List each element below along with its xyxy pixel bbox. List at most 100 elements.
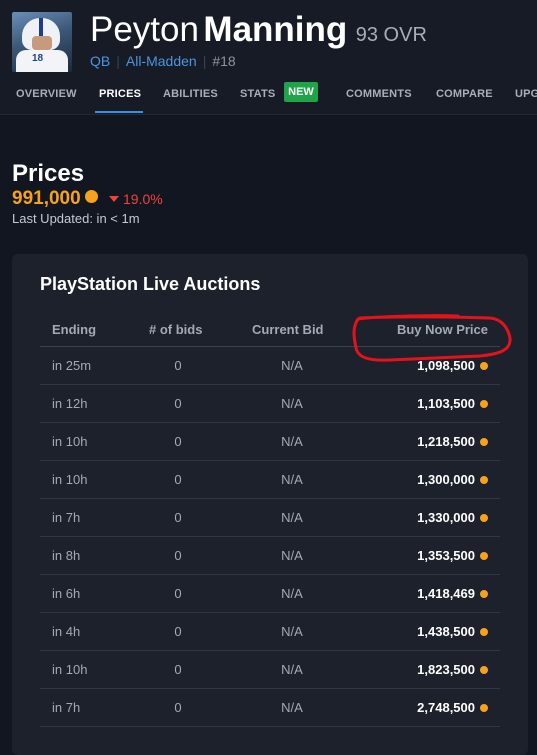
coin-icon bbox=[480, 627, 488, 636]
jersey-number: #18 bbox=[212, 53, 236, 69]
card-title: PlayStation Live Auctions bbox=[40, 274, 261, 294]
coin-icon bbox=[480, 665, 488, 674]
player-avatar: 18 bbox=[12, 12, 72, 72]
cell-current-bid: N/A bbox=[281, 510, 303, 525]
table-row[interactable]: in 7h 0 N/A 2,748,500 bbox=[40, 689, 500, 727]
cell-ending: in 8h bbox=[52, 548, 81, 563]
cell-bids: 0 bbox=[174, 472, 182, 487]
price-change-value: 19.0% bbox=[123, 191, 163, 207]
buy-now-value: 1,218,500 bbox=[417, 434, 475, 449]
cell-buy-now: 1,300,000 bbox=[417, 472, 488, 487]
cell-bids: 0 bbox=[174, 700, 182, 715]
cell-bids: 0 bbox=[174, 624, 182, 639]
meta-divider: | bbox=[202, 53, 207, 69]
tab-stats[interactable]: STATS bbox=[240, 88, 275, 100]
player-ovr: 93 OVR bbox=[355, 24, 427, 46]
player-meta: QB | All-Madden | #18 bbox=[90, 53, 236, 69]
coin-icon bbox=[480, 475, 488, 484]
player-name: Peyton Manning 93 OVR bbox=[90, 10, 427, 50]
current-price-value: 991,000 bbox=[12, 188, 81, 209]
live-auctions-card: PlayStation Live Auctions Ending # of bi… bbox=[12, 254, 528, 755]
column-header-current-bid: Current Bid bbox=[252, 322, 324, 337]
cell-buy-now: 1,330,000 bbox=[417, 510, 488, 525]
player-last-name: Manning bbox=[203, 10, 348, 49]
cell-current-bid: N/A bbox=[281, 624, 303, 639]
cell-bids: 0 bbox=[174, 434, 182, 449]
last-updated: Last Updated: in < 1m bbox=[12, 211, 140, 226]
table-row[interactable]: in 10h 0 N/A 1,218,500 bbox=[40, 423, 500, 461]
buy-now-value: 1,823,500 bbox=[417, 662, 475, 677]
cell-buy-now: 1,438,500 bbox=[417, 624, 488, 639]
cell-buy-now: 1,418,469 bbox=[417, 586, 488, 601]
table-row[interactable]: in 12h 0 N/A 1,103,500 bbox=[40, 385, 500, 423]
tab-abilities[interactable]: ABILITIES bbox=[163, 88, 218, 100]
table-row[interactable]: in 8h 0 N/A 1,353,500 bbox=[40, 537, 500, 575]
table-row[interactable]: in 4h 0 N/A 1,438,500 bbox=[40, 613, 500, 651]
active-tab-indicator bbox=[95, 111, 143, 113]
coin-icon bbox=[480, 513, 488, 522]
triangle-down-icon bbox=[109, 196, 119, 202]
table-header: Ending # of bids Current Bid Buy Now Pri… bbox=[40, 314, 500, 347]
cell-buy-now: 1,353,500 bbox=[417, 548, 488, 563]
cell-current-bid: N/A bbox=[281, 358, 303, 373]
current-price: 991,000 bbox=[12, 188, 98, 210]
price-change: 19.0% bbox=[109, 191, 163, 207]
cell-buy-now: 1,103,500 bbox=[417, 396, 488, 411]
tab-comments[interactable]: COMMENTS bbox=[346, 88, 412, 100]
meta-divider: | bbox=[116, 53, 120, 69]
tab-overview[interactable]: OVERVIEW bbox=[16, 88, 77, 100]
player-first-name: Peyton bbox=[90, 10, 199, 49]
tab-compare[interactable]: COMPARE bbox=[436, 88, 493, 100]
cell-buy-now: 1,823,500 bbox=[417, 662, 488, 677]
coin-icon bbox=[480, 589, 488, 598]
cell-bids: 0 bbox=[174, 662, 182, 677]
tab-upgrades[interactable]: UPG bbox=[515, 88, 537, 100]
coin-icon bbox=[480, 703, 488, 712]
buy-now-value: 1,103,500 bbox=[417, 396, 475, 411]
column-header-buy-now: Buy Now Price bbox=[396, 322, 488, 337]
coin-icon bbox=[480, 399, 488, 408]
cell-current-bid: N/A bbox=[281, 434, 303, 449]
coin-icon bbox=[480, 361, 488, 370]
buy-now-value: 1,098,500 bbox=[417, 358, 475, 373]
position-link[interactable]: QB bbox=[90, 53, 110, 69]
buy-now-value: 2,748,500 bbox=[417, 700, 475, 715]
avatar-jersey-number: 18 bbox=[32, 53, 44, 64]
cell-current-bid: N/A bbox=[281, 396, 303, 411]
coin-icon bbox=[84, 190, 98, 204]
tab-bar: OVERVIEW PRICES ABILITIES STATS NEW COMM… bbox=[0, 76, 537, 115]
table-row[interactable]: in 10h 0 N/A 1,300,000 bbox=[40, 461, 500, 499]
table-row[interactable]: in 25m 0 N/A 1,098,500 bbox=[40, 347, 500, 385]
cell-buy-now: 2,748,500 bbox=[417, 700, 488, 715]
buy-now-value: 1,418,469 bbox=[417, 586, 475, 601]
cell-ending: in 12h bbox=[52, 396, 88, 411]
column-header-ending: Ending bbox=[52, 322, 97, 337]
cell-buy-now: 1,218,500 bbox=[417, 434, 488, 449]
auctions-table: Ending # of bids Current Bid Buy Now Pri… bbox=[40, 314, 500, 727]
cell-buy-now: 1,098,500 bbox=[417, 358, 488, 373]
cell-ending: in 4h bbox=[52, 624, 81, 639]
cell-bids: 0 bbox=[174, 586, 182, 601]
cell-current-bid: N/A bbox=[281, 472, 303, 487]
cell-current-bid: N/A bbox=[281, 700, 303, 715]
coin-icon bbox=[480, 437, 488, 446]
column-header-bids: # of bids bbox=[149, 322, 203, 337]
cell-ending: in 10h bbox=[52, 434, 88, 449]
buy-now-value: 1,353,500 bbox=[417, 548, 475, 563]
cell-bids: 0 bbox=[174, 548, 182, 563]
cell-current-bid: N/A bbox=[281, 548, 303, 563]
program-link[interactable]: All-Madden bbox=[126, 53, 197, 69]
table-row[interactable]: in 6h 0 N/A 1,418,469 bbox=[40, 575, 500, 613]
new-badge: NEW bbox=[284, 82, 318, 102]
table-row[interactable]: in 10h 0 N/A 1,823,500 bbox=[40, 651, 500, 689]
cell-ending: in 25m bbox=[52, 358, 92, 373]
cell-ending: in 6h bbox=[52, 586, 81, 601]
cell-bids: 0 bbox=[174, 510, 182, 525]
cell-current-bid: N/A bbox=[281, 586, 303, 601]
table-row[interactable]: in 7h 0 N/A 1,330,000 bbox=[40, 499, 500, 537]
prices-title: Prices bbox=[12, 160, 85, 187]
cell-ending: in 10h bbox=[52, 662, 88, 677]
tab-prices[interactable]: PRICES bbox=[99, 88, 141, 100]
cell-ending: in 7h bbox=[52, 510, 81, 525]
player-header: 18 Peyton Manning 93 OVR QB | All-Madden | #… bbox=[0, 0, 537, 76]
